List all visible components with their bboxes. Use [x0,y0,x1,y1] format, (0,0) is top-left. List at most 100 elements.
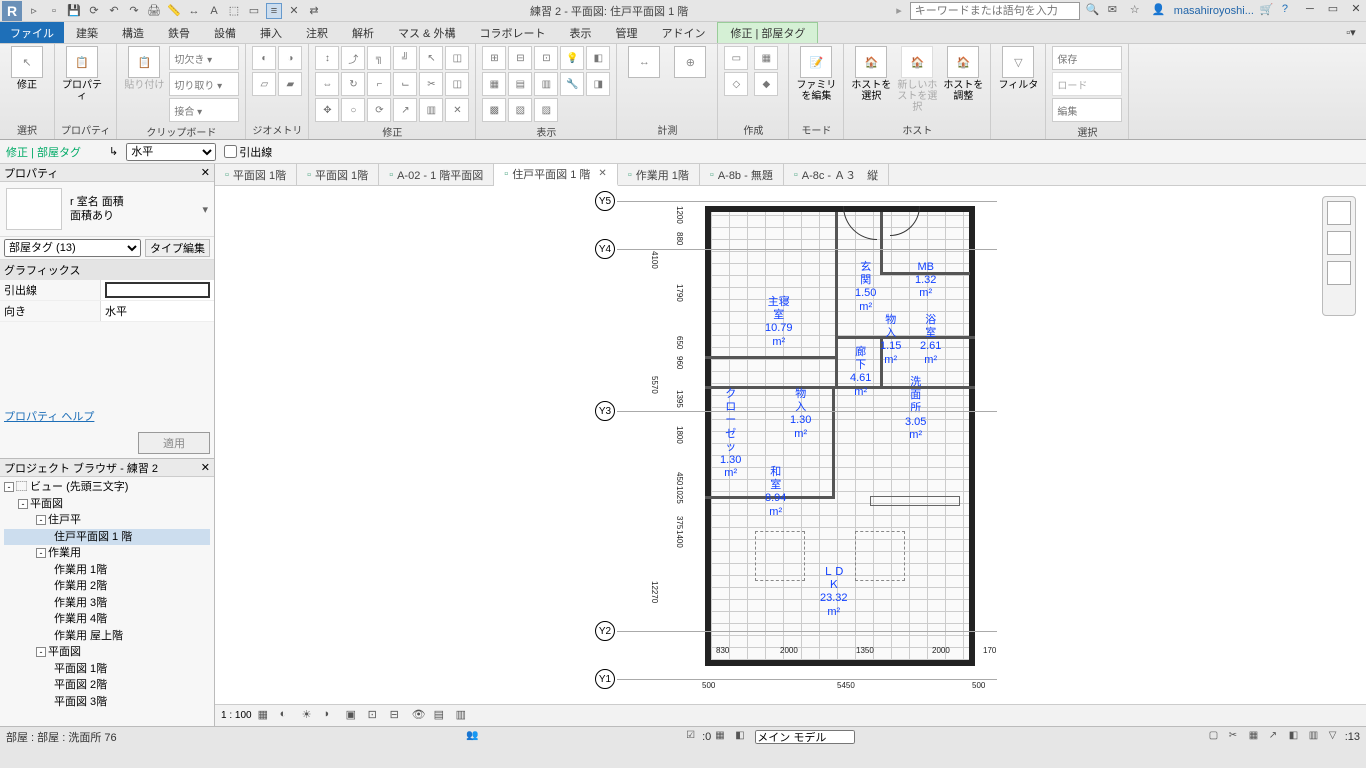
mod-btn[interactable]: ╗ [367,46,391,70]
view-tab[interactable]: ▫A-8c - Ａ３ 縦 [784,164,889,186]
room-tag[interactable]: 玄関1.50 m² [855,261,876,314]
room-tag[interactable]: 浴室2.61 m² [920,314,941,367]
type-selector[interactable]: r 室名 面積 面積あり ▾ [0,182,214,237]
cope-button[interactable]: 切欠き ▾ [169,46,239,70]
close-icon[interactable]: ✕ [201,166,210,179]
tree-node[interactable]: -作業用 [4,545,210,562]
reveal-icon[interactable]: ▤ [434,708,450,724]
save-icon[interactable]: 💾 [66,3,82,19]
room-tag[interactable]: MB1.32 m² [915,261,936,301]
cut-button[interactable]: 切り取り ▾ [169,72,239,96]
room-tag[interactable]: 物入1.15 m² [880,314,901,367]
worksh-icon[interactable]: ▥ [456,708,472,724]
mod-btn[interactable]: ↕ [315,46,339,70]
room-tag[interactable]: 和室8.94 m² [765,466,786,519]
tree-node[interactable]: -平面図 [4,496,210,513]
render-icon[interactable]: ▣ [346,708,362,724]
geom-btn[interactable]: ▱ [252,72,276,96]
geom-btn[interactable]: ◑ [278,46,302,70]
view-btn[interactable]: ▧ [508,98,532,122]
sb-icon[interactable]: ↗ [1269,730,1285,744]
grid-bubble[interactable]: Y5 [595,191,615,211]
crop-show-icon[interactable]: ⊟ [390,708,406,724]
help-icon[interactable]: ? [1282,3,1298,19]
star-icon[interactable]: ☆ [1130,3,1146,19]
open2-icon[interactable]: ▫ [46,3,62,19]
mod-btn[interactable]: ◫ [445,72,469,96]
tab-mass[interactable]: マス & 外構 [386,22,467,43]
temp-hide-icon[interactable]: 👁 [412,708,428,724]
infocenter-icon[interactable]: 🔍 [1086,3,1102,19]
view-tab[interactable]: ▫平面図 1階 [297,164,379,186]
model-select[interactable] [755,730,855,744]
close-views-icon[interactable]: ✕ [286,3,302,19]
view-tab[interactable]: ▫A-02 - 1 階平面図 [379,164,494,186]
create-btn[interactable]: ◇ [724,72,748,96]
tree-node[interactable]: 住戸平面図 1 階 [4,529,210,546]
orientation-select[interactable]: 水平 [126,143,216,161]
create-btn[interactable]: ▭ [724,46,748,70]
view-btn[interactable]: ▥ [534,72,558,96]
tree-node[interactable]: 作業用 4階 [4,611,210,628]
tab-manage[interactable]: 管理 [603,22,649,43]
tab-mep[interactable]: 設備 [202,22,248,43]
text-icon[interactable]: A [206,3,222,19]
create-btn[interactable]: ◆ [754,72,778,96]
view-btn[interactable]: ⊡ [534,46,558,70]
close-icon[interactable]: ✕ [201,461,210,474]
geom-btn[interactable]: ◐ [252,46,276,70]
props-button[interactable]: 📋プロパティ [61,46,103,102]
close-button[interactable]: ✕ [1348,2,1364,18]
tree-node[interactable]: 作業用 3階 [4,595,210,612]
comm-icon[interactable]: ✉ [1108,3,1124,19]
view-tab[interactable]: ▫作業用 1階 [618,164,700,186]
select-host-button[interactable]: 🏠ホストを選択 [850,46,892,102]
app-icon[interactable]: R [2,1,22,21]
view-btn[interactable]: ▨ [534,98,558,122]
mod-btn[interactable]: ╝ [393,46,417,70]
view-btn[interactable]: ◨ [586,72,610,96]
view-btn[interactable]: ▤ [508,72,532,96]
sb-icon[interactable]: ▦ [1249,730,1265,744]
prop-row[interactable]: 引出線 [0,280,214,301]
cart-icon[interactable]: 🛒 [1260,3,1276,19]
tree-node[interactable]: 平面図 1階 [4,661,210,678]
pan-icon[interactable] [1327,261,1351,285]
visual-style-icon[interactable]: ◐ [280,708,296,724]
dim-icon[interactable]: ↔ [186,3,202,19]
filter-button[interactable]: ▽フィルタ [997,46,1039,91]
tab-collab[interactable]: コラボレート [467,22,557,43]
tree-node[interactable]: 平面図 2階 [4,677,210,694]
zoom-icon[interactable] [1327,231,1351,255]
mod-btn[interactable]: ▥ [419,98,443,122]
dropdown-arrow-icon[interactable]: ▾ [202,203,208,216]
view-btn[interactable]: ⊟ [508,46,532,70]
tab-analyze[interactable]: 解析 [340,22,386,43]
tree-node[interactable]: 作業用 1階 [4,562,210,579]
room-tag[interactable]: クローゼッ1.30 m² [720,388,741,480]
grid-bubble[interactable]: Y2 [595,621,615,641]
maximize-button[interactable]: ▭ [1325,2,1341,18]
3d-icon[interactable]: ⬚ [226,3,242,19]
mod-btn[interactable]: ⤴ [341,46,365,70]
filter-icon[interactable]: ▽ [1329,730,1345,744]
mod-btn[interactable]: ⌙ [393,72,417,96]
sun-icon[interactable]: ☀ [302,708,318,724]
sb-icon[interactable]: ▥ [1309,730,1325,744]
switch-icon[interactable]: ⇄ [306,3,322,19]
mod-btn[interactable]: ↻ [341,72,365,96]
join-button[interactable]: 接合 ▾ [169,98,239,122]
sb-icon[interactable]: ▢ [1209,730,1225,744]
sb-icon[interactable]: ✂ [1229,730,1245,744]
view-btn[interactable]: 🔧 [560,72,584,96]
undo-icon[interactable]: ↶ [106,3,122,19]
search-input[interactable] [910,2,1080,20]
navigation-bar[interactable] [1322,196,1356,316]
tab-annotate[interactable]: 注釈 [294,22,340,43]
properties-help-link[interactable]: プロパティ ヘルプ [0,402,214,430]
create-btn[interactable]: ▦ [754,46,778,70]
status-icon[interactable]: 👥 [466,730,482,744]
crop-icon[interactable]: ⊡ [368,708,384,724]
browser-tree[interactable]: -⬚ ビュー (先頭三文字)-平面図-住戸平住戸平面図 1 階-作業用作業用 1… [0,477,214,712]
tab-steel[interactable]: 鉄骨 [156,22,202,43]
